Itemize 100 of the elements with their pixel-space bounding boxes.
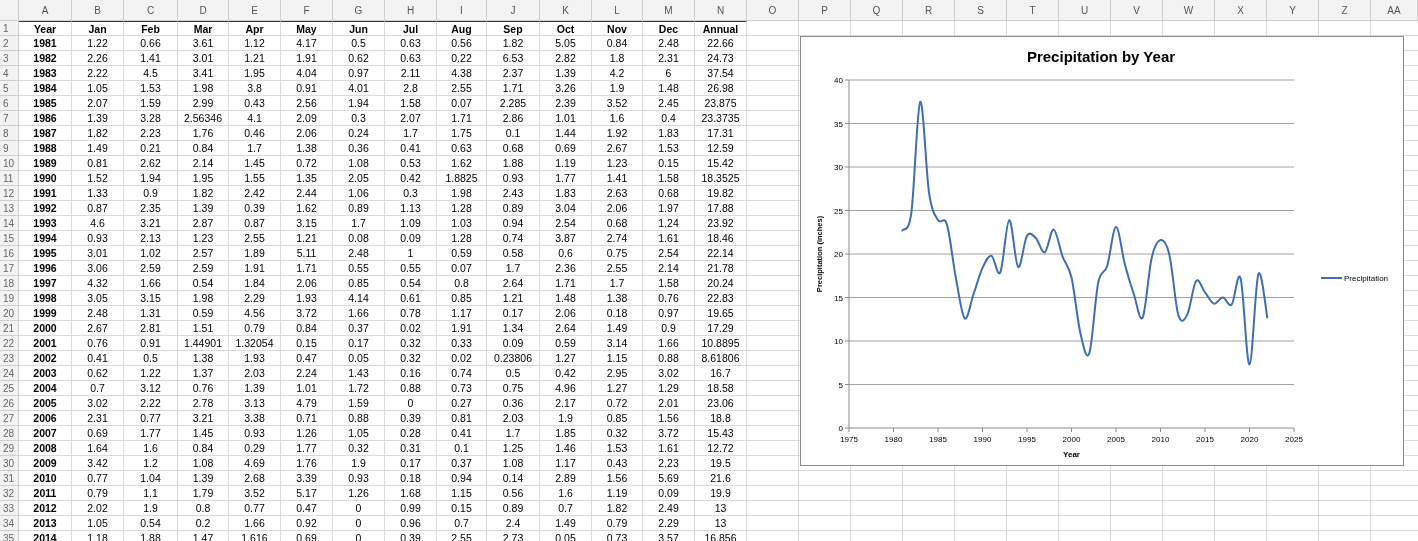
axis-tick-label: 1985 bbox=[929, 435, 947, 444]
row-number[interactable]: 9 bbox=[0, 141, 19, 156]
axis-tick-label: 40 bbox=[834, 76, 843, 85]
row-number[interactable]: 32 bbox=[0, 486, 19, 501]
column-header[interactable]: J bbox=[487, 0, 540, 21]
row-number[interactable]: 17 bbox=[0, 261, 19, 276]
row-number[interactable]: 22 bbox=[0, 336, 19, 351]
column-header[interactable]: A bbox=[19, 0, 72, 21]
column-heading: Apr bbox=[229, 21, 281, 36]
row-number[interactable]: 4 bbox=[0, 66, 19, 81]
row-number[interactable]: 24 bbox=[0, 366, 19, 381]
axis-tick-label: 10 bbox=[834, 337, 843, 346]
column-header[interactable]: Q bbox=[851, 0, 903, 21]
column-heading: May bbox=[281, 21, 333, 36]
row-number[interactable]: 23 bbox=[0, 351, 19, 366]
row-number[interactable]: 14 bbox=[0, 216, 19, 231]
row-number[interactable]: 12 bbox=[0, 186, 19, 201]
row-number[interactable]: 2 bbox=[0, 36, 19, 51]
column-header[interactable]: S bbox=[955, 0, 1007, 21]
column-heading: Jan bbox=[72, 21, 124, 36]
row-number[interactable]: 13 bbox=[0, 201, 19, 216]
axis-tick-label: 25 bbox=[834, 206, 843, 216]
column-heading: Feb bbox=[124, 21, 178, 36]
axis-tick-label: 2005 bbox=[1107, 435, 1125, 444]
select-all-corner[interactable] bbox=[0, 0, 19, 21]
row-number[interactable]: 7 bbox=[0, 111, 19, 126]
row-number[interactable]: 3 bbox=[0, 51, 19, 66]
axis-tick-label: 5 bbox=[838, 380, 843, 390]
row-number[interactable]: 25 bbox=[0, 381, 19, 396]
axis-tick-label: 1980 bbox=[884, 435, 903, 444]
column-header[interactable]: R bbox=[903, 0, 955, 21]
column-header[interactable]: Z bbox=[1319, 0, 1371, 21]
axis-tick-label: 2025 bbox=[1285, 435, 1303, 444]
axis-tick-label: 1975 bbox=[840, 435, 858, 444]
row-number[interactable]: 8 bbox=[0, 126, 19, 141]
row-number[interactable]: 35 bbox=[0, 531, 19, 541]
row-number[interactable]: 5 bbox=[0, 81, 19, 96]
column-header[interactable]: B bbox=[72, 0, 124, 21]
column-heading: Dec bbox=[643, 21, 695, 36]
column-heading: Jul bbox=[385, 21, 437, 36]
row-number[interactable]: 15 bbox=[0, 231, 19, 246]
chart-title: Precipitation by Year bbox=[1026, 48, 1176, 65]
axis-tick-label: 2020 bbox=[1240, 435, 1259, 444]
column-header[interactable]: C bbox=[124, 0, 178, 21]
column-header[interactable]: F bbox=[281, 0, 333, 21]
axis-title: Year bbox=[1063, 450, 1080, 459]
row-number[interactable]: 30 bbox=[0, 456, 19, 471]
column-header[interactable]: Y bbox=[1267, 0, 1319, 21]
row-number[interactable]: 26 bbox=[0, 396, 19, 411]
column-header[interactable]: X bbox=[1215, 0, 1267, 21]
column-header[interactable]: H bbox=[385, 0, 437, 21]
column-heading: Sep bbox=[487, 21, 540, 36]
column-header[interactable]: L bbox=[592, 0, 643, 21]
axis-tick-label: 20 bbox=[834, 250, 843, 259]
row-number[interactable]: 34 bbox=[0, 516, 19, 531]
row-number[interactable]: 28 bbox=[0, 426, 19, 441]
legend-label: Precipitation bbox=[1344, 274, 1389, 283]
axis-tick-label: 1995 bbox=[1018, 435, 1036, 444]
column-heading: Nov bbox=[592, 21, 643, 36]
row-number[interactable]: 18 bbox=[0, 276, 19, 291]
column-header[interactable]: AA bbox=[1371, 0, 1418, 21]
column-heading: Annual bbox=[695, 21, 747, 36]
column-header[interactable]: N bbox=[695, 0, 747, 21]
row-number[interactable]: 21 bbox=[0, 321, 19, 336]
column-header[interactable]: M bbox=[643, 0, 695, 21]
column-heading: Oct bbox=[540, 21, 592, 36]
column-header[interactable]: G bbox=[333, 0, 385, 21]
row-number[interactable]: 27 bbox=[0, 411, 19, 426]
column-header[interactable]: K bbox=[540, 0, 592, 21]
axis-tick-label: 35 bbox=[834, 119, 843, 129]
axis-tick-label: 30 bbox=[834, 163, 843, 172]
axis-tick-label: 2010 bbox=[1151, 435, 1170, 444]
column-heading: Jun bbox=[333, 21, 385, 36]
row-number[interactable]: 10 bbox=[0, 156, 19, 171]
column-heading: Mar bbox=[178, 21, 229, 36]
column-header[interactable]: V bbox=[1111, 0, 1163, 21]
axis-tick-label: 2015 bbox=[1196, 435, 1214, 444]
row-number[interactable]: 11 bbox=[0, 171, 19, 186]
column-header[interactable]: T bbox=[1007, 0, 1059, 21]
row-number[interactable]: 19 bbox=[0, 291, 19, 306]
column-header[interactable]: P bbox=[799, 0, 851, 21]
column-heading: Aug bbox=[437, 21, 487, 36]
column-header[interactable]: W bbox=[1163, 0, 1215, 21]
column-heading: Year bbox=[19, 21, 72, 36]
axis-tick-label: 1990 bbox=[973, 435, 992, 444]
axis-tick-label: 15 bbox=[834, 293, 843, 303]
column-header[interactable]: O bbox=[747, 0, 799, 21]
row-number[interactable]: 33 bbox=[0, 501, 19, 516]
column-header[interactable]: I bbox=[437, 0, 487, 21]
row-number[interactable]: 31 bbox=[0, 471, 19, 486]
row-number[interactable]: 1 bbox=[0, 21, 19, 36]
row-number[interactable]: 16 bbox=[0, 246, 19, 261]
row-number[interactable]: 20 bbox=[0, 306, 19, 321]
row-number[interactable]: 29 bbox=[0, 441, 19, 456]
column-header[interactable]: E bbox=[229, 0, 281, 21]
axis-tick-label: 2000 bbox=[1062, 435, 1081, 444]
axis-tick-label: 0 bbox=[838, 424, 843, 433]
column-header[interactable]: U bbox=[1059, 0, 1111, 21]
row-number[interactable]: 6 bbox=[0, 96, 19, 111]
column-header[interactable]: D bbox=[178, 0, 229, 21]
